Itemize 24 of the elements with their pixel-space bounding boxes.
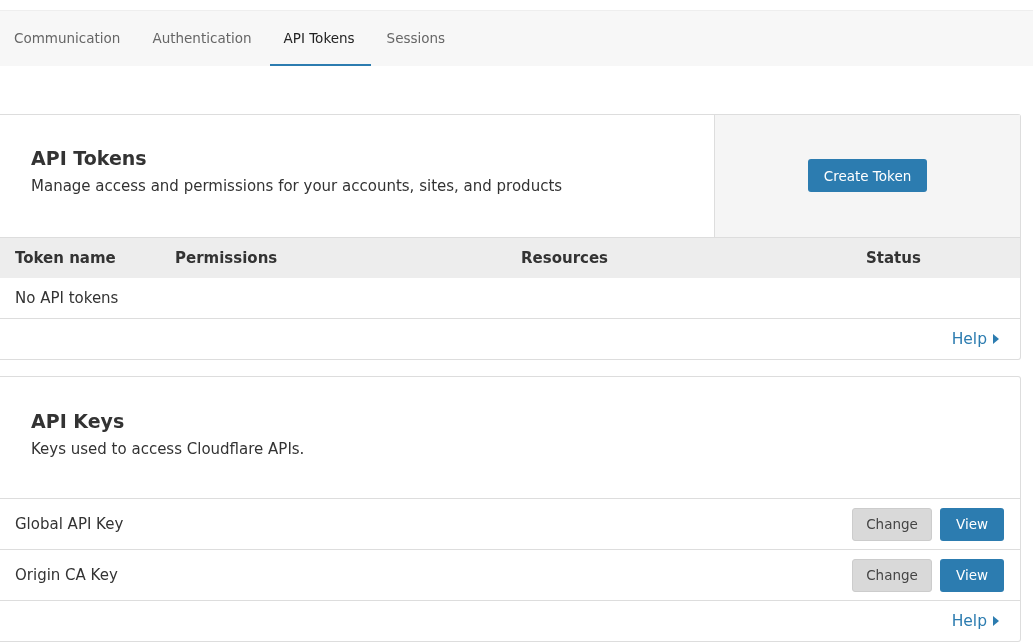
- tab[interactable]: Authentication: [138, 11, 268, 66]
- create-token-button[interactable]: Create Token: [807, 159, 928, 192]
- tab[interactable]: Sessions: [372, 11, 462, 66]
- view-button[interactable]: View: [940, 558, 1004, 592]
- column-header: Status: [866, 249, 921, 267]
- column-header: Permissions: [175, 249, 279, 267]
- caret-right-icon: [993, 334, 999, 344]
- column-header: Token name: [15, 249, 117, 267]
- caret-right-icon: [993, 616, 999, 626]
- view-button[interactable]: View: [940, 507, 1004, 541]
- tab[interactable]: Communication: [0, 11, 137, 66]
- section-title: API Tokens: [31, 147, 148, 169]
- change-button[interactable]: Change: [852, 558, 932, 592]
- column-header: Resources: [521, 249, 610, 267]
- empty-message: No API tokens: [15, 289, 119, 307]
- tab[interactable]: API Tokens: [269, 11, 371, 66]
- key-name: Global API Key: [15, 515, 124, 533]
- section-title: API Keys: [31, 410, 126, 432]
- change-button[interactable]: Change: [852, 507, 932, 541]
- section-description: Manage access and permissions for your accounts, sites, and products: [31, 177, 564, 195]
- help-link[interactable]: Help: [951, 612, 999, 630]
- help-link[interactable]: Help: [951, 330, 999, 348]
- key-name: Origin CA Key: [15, 566, 118, 584]
- section-description: Keys used to access Cloudflare APIs.: [31, 440, 306, 458]
